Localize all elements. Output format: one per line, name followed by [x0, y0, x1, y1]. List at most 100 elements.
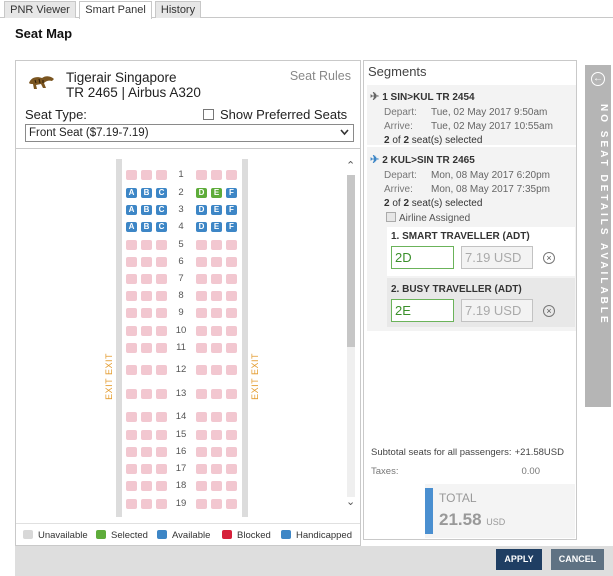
seat-4D[interactable]: D: [196, 222, 207, 232]
flight-info: TR 2465 | Airbus A320: [66, 85, 201, 100]
seat-8D: [196, 291, 207, 301]
seat-4B[interactable]: B: [141, 222, 152, 232]
seat-3D[interactable]: D: [196, 205, 207, 215]
seat-14C: [156, 412, 167, 422]
row-number: 1: [178, 169, 184, 180]
legend-selected: Selected: [96, 530, 148, 541]
seat-11A: [126, 343, 137, 353]
seat-1A: [126, 170, 137, 180]
seat-4F[interactable]: F: [226, 222, 237, 232]
seat-8E: [211, 291, 222, 301]
remove-seat-2-icon[interactable]: ×: [543, 305, 555, 317]
seat-15E: [211, 430, 222, 440]
seat-17D: [196, 464, 207, 474]
seat-19E: [211, 499, 222, 509]
tab-smart-panel[interactable]: Smart Panel: [79, 1, 152, 19]
seat-2F[interactable]: F: [226, 188, 237, 198]
seat-11D: [196, 343, 207, 353]
seat-15B: [141, 430, 152, 440]
seat-16E: [211, 447, 222, 457]
scroll-up-icon[interactable]: ⌃: [346, 159, 355, 172]
seat-2D[interactable]: D: [196, 188, 207, 198]
subtotal-label: Subtotal seats for all passengers:: [371, 447, 512, 458]
row-number: 19: [175, 498, 187, 509]
scrollbar-thumb[interactable]: [347, 175, 355, 347]
collapse-arrow-icon[interactable]: ←: [591, 72, 605, 86]
seat-19C: [156, 499, 167, 509]
tab-pnr-viewer[interactable]: PNR Viewer: [4, 1, 76, 18]
seat-12D: [196, 365, 207, 375]
seat-3E[interactable]: E: [211, 205, 222, 215]
seat-2E[interactable]: E: [211, 188, 222, 198]
seat-17A: [126, 464, 137, 474]
seat-10C: [156, 326, 167, 336]
seat-7E: [211, 274, 222, 284]
tab-history[interactable]: History: [155, 1, 201, 18]
total-accent-bar: [425, 488, 433, 534]
seat-9C: [156, 308, 167, 318]
row-number: 18: [175, 480, 187, 491]
seat-14B: [141, 412, 152, 422]
traveller-1-seat-input[interactable]: 2D: [391, 246, 454, 269]
scroll-down-icon[interactable]: ⌄: [346, 495, 355, 508]
seat-16F: [226, 447, 237, 457]
cancel-button[interactable]: CANCEL: [551, 549, 604, 570]
segment-2-route: ✈ 2 KUL>SIN TR 2465: [370, 153, 475, 166]
segment-1[interactable]: ✈ 1 SIN>KUL TR 2454 Depart: Tue, 02 May 2…: [367, 85, 576, 146]
seat-legend: Unavailable Selected Available Blocked H…: [16, 523, 360, 543]
handicapped-swatch-icon: [281, 530, 291, 539]
seat-5E: [211, 240, 222, 250]
segment-1-depart: Tue, 02 May 2017 9:50am: [431, 107, 548, 118]
seat-type-select[interactable]: Front Seat ($7.19-7.19): [25, 124, 354, 142]
seat-11E: [211, 343, 222, 353]
apply-button[interactable]: APPLY: [496, 549, 542, 570]
seat-8B: [141, 291, 152, 301]
seat-17F: [226, 464, 237, 474]
seat-6B: [141, 257, 152, 267]
seat-18C: [156, 481, 167, 491]
row-number: 13: [175, 388, 187, 399]
seat-6E: [211, 257, 222, 267]
airline-assigned-checkbox[interactable]: Airline Assigned: [386, 212, 470, 224]
seat-3C[interactable]: C: [156, 205, 167, 215]
seat-17C: [156, 464, 167, 474]
seat-4C[interactable]: C: [156, 222, 167, 232]
row-number: 17: [175, 463, 187, 474]
seat-10B: [141, 326, 152, 336]
seat-17B: [141, 464, 152, 474]
seat-type-label: Seat Type:: [25, 107, 87, 122]
seat-3F[interactable]: F: [226, 205, 237, 215]
seat-11C: [156, 343, 167, 353]
seat-3A[interactable]: A: [126, 205, 137, 215]
row-number: 5: [178, 239, 184, 250]
segment-2-arrive: Mon, 08 May 2017 7:35pm: [431, 184, 550, 195]
seat-3B[interactable]: B: [141, 205, 152, 215]
seat-2A[interactable]: A: [126, 188, 137, 198]
remove-seat-1-icon[interactable]: ×: [543, 252, 555, 264]
legend-blocked: Blocked: [222, 530, 271, 541]
show-preferred-checkbox[interactable]: Show Preferred Seats: [203, 107, 347, 122]
seat-16A: [126, 447, 137, 457]
airline-assigned-label: Airline Assigned: [399, 213, 471, 224]
traveller-1-name: 1. SMART TRAVELLER (ADT): [391, 231, 530, 242]
traveller-2-seat-input[interactable]: 2E: [391, 299, 454, 322]
seat-1C: [156, 170, 167, 180]
show-preferred-label: Show Preferred Seats: [220, 107, 348, 122]
seat-5F: [226, 240, 237, 250]
taxes-value: 0.00: [521, 466, 541, 477]
checkbox-icon: [386, 212, 396, 222]
seat-8F: [226, 291, 237, 301]
exit-label-left: EXIT EXIT: [104, 353, 114, 400]
checkbox-icon: [203, 109, 214, 120]
segment-1-count: 2 of 2 seat(s) selected: [384, 135, 483, 146]
total-label: TOTAL: [439, 491, 477, 505]
seat-rules-link[interactable]: Seat Rules: [290, 69, 351, 83]
seat-4A[interactable]: A: [126, 222, 137, 232]
seat-4E[interactable]: E: [211, 222, 222, 232]
seat-2B[interactable]: B: [141, 188, 152, 198]
total-amount: 21.58 USD: [439, 510, 506, 529]
segment-2[interactable]: ✈ 2 KUL>SIN TR 2465 Depart: Mon, 08 May 2…: [367, 147, 576, 331]
available-swatch-icon: [157, 530, 167, 539]
seat-2C[interactable]: C: [156, 188, 167, 198]
row-number: 3: [178, 204, 184, 215]
